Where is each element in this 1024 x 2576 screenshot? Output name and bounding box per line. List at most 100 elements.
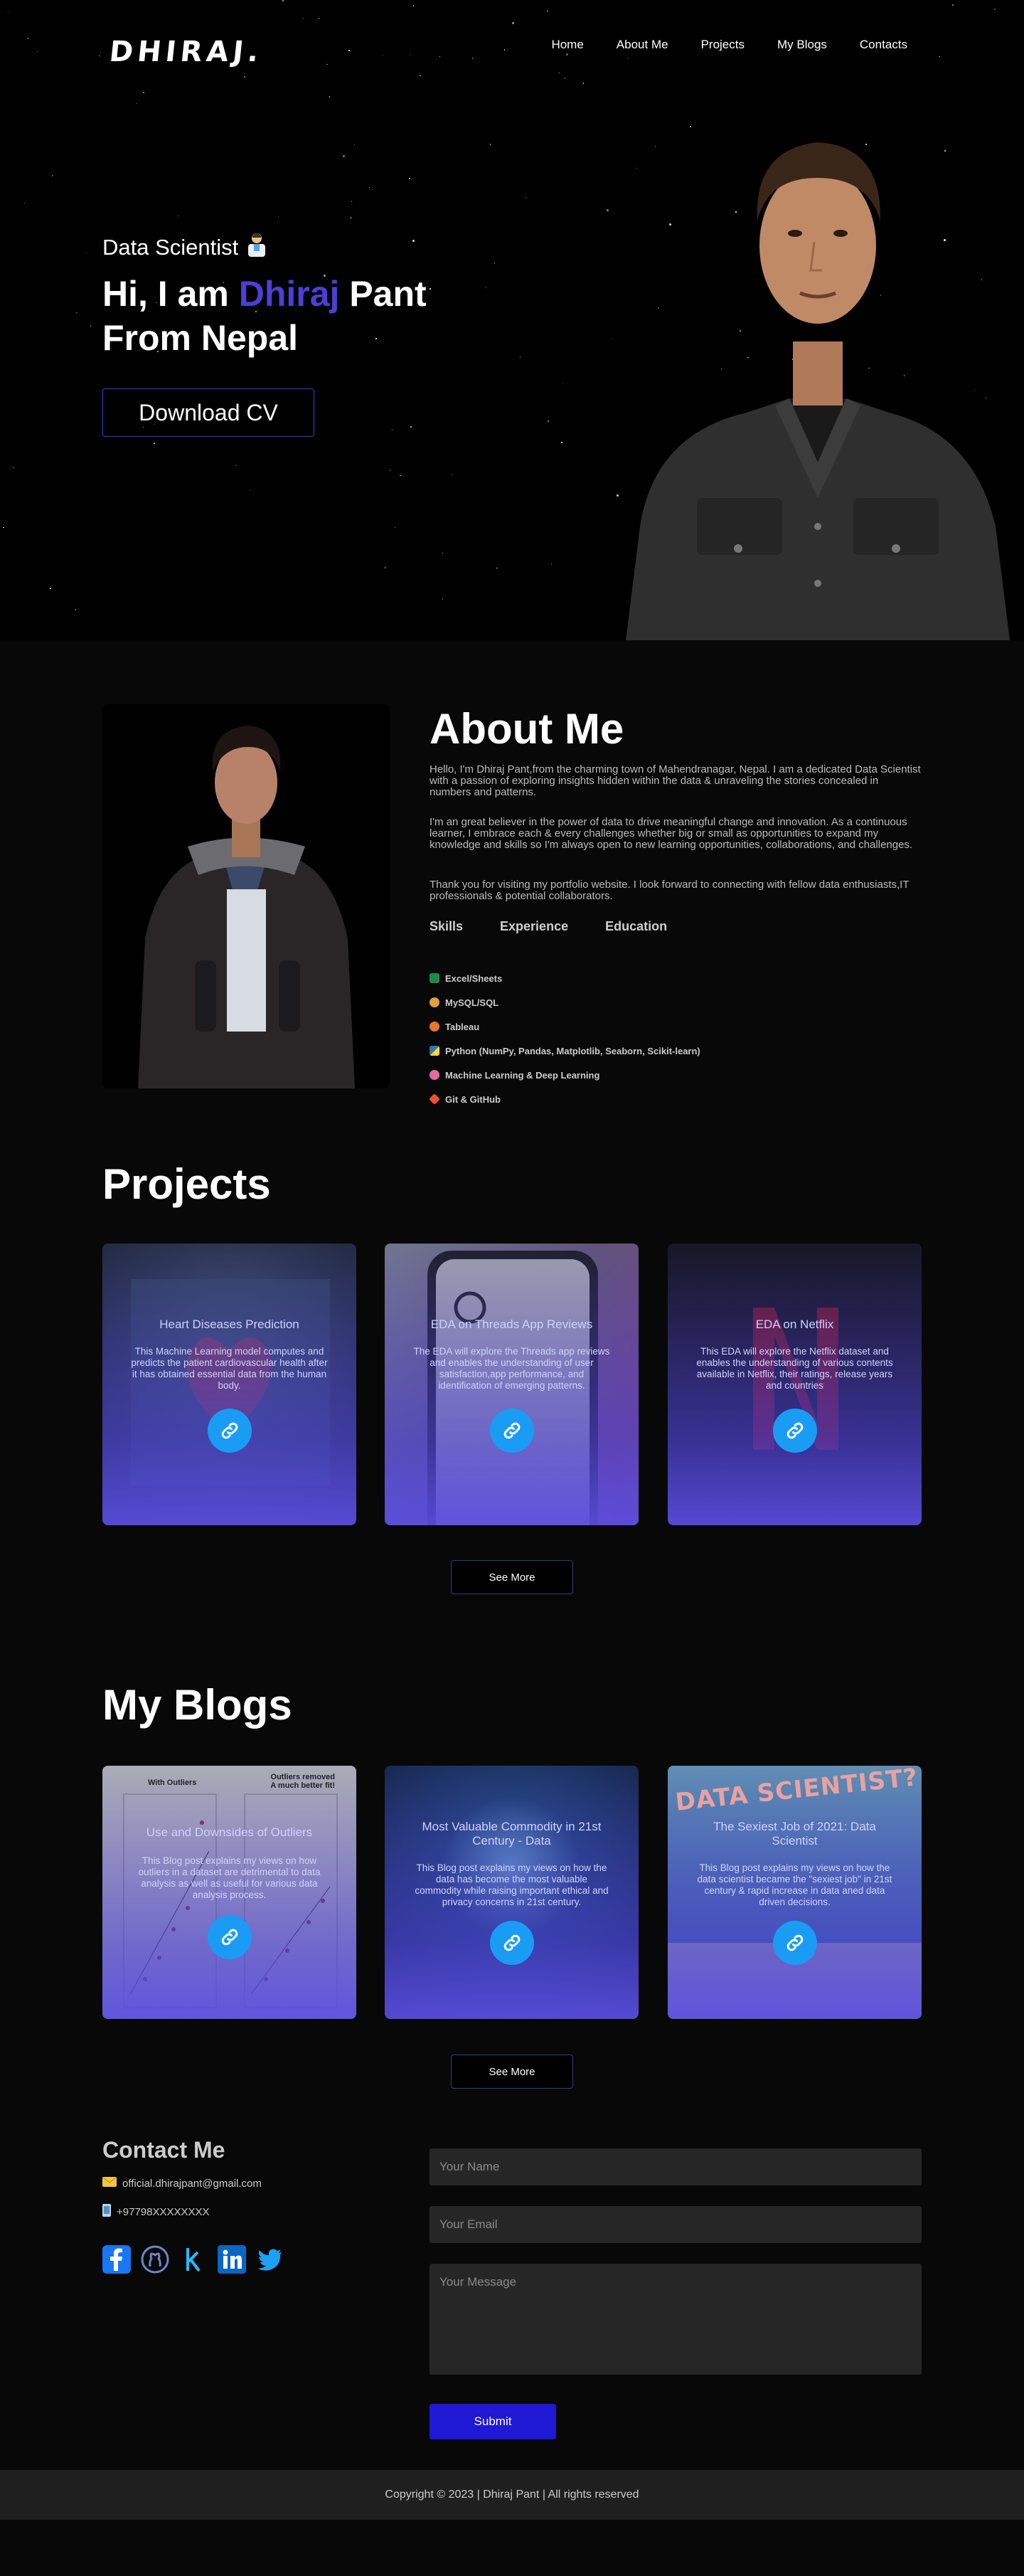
star bbox=[85, 252, 87, 254]
contact-email-text[interactable]: official.dhirajpant@gmail.com bbox=[122, 2178, 262, 2190]
star bbox=[350, 217, 352, 218]
nav-about[interactable]: About Me bbox=[617, 38, 668, 52]
blog-title: Most Valuable Commodity in 21st Century … bbox=[422, 1820, 602, 1848]
skill-item: Machine Learning & Deep Learning bbox=[430, 1063, 700, 1087]
star bbox=[877, 51, 878, 53]
blogs-see-more-button[interactable]: See More bbox=[451, 2055, 573, 2089]
star bbox=[409, 178, 410, 179]
submit-button[interactable]: Submit bbox=[430, 2404, 556, 2439]
nav-contacts[interactable]: Contacts bbox=[860, 38, 907, 52]
link-icon bbox=[221, 1422, 238, 1439]
star bbox=[994, 9, 996, 10]
star bbox=[394, 526, 396, 528]
star bbox=[76, 312, 78, 314]
star bbox=[471, 58, 474, 59]
blog-link-button[interactable] bbox=[208, 1915, 252, 1959]
link-icon bbox=[786, 1934, 804, 1951]
star bbox=[442, 598, 444, 600]
star bbox=[7, 11, 9, 13]
star bbox=[550, 563, 553, 565]
star bbox=[489, 144, 491, 145]
star bbox=[50, 588, 51, 589]
hero-role-text: Data Scientist bbox=[102, 235, 239, 260]
star bbox=[348, 50, 350, 51]
star bbox=[420, 75, 421, 77]
blog-title: The Sexiest Job of 2021: Data Scientist bbox=[713, 1820, 876, 1848]
star bbox=[329, 96, 331, 97]
star bbox=[547, 10, 548, 12]
star bbox=[384, 567, 386, 568]
hero-role: Data Scientist bbox=[102, 232, 268, 263]
hero-greeting: Hi, I am Dhiraj Pant From Nepal bbox=[102, 272, 501, 360]
star bbox=[412, 5, 415, 6]
nav-home[interactable]: Home bbox=[551, 38, 583, 52]
skill-item: Python (NumPy, Pandas, Matplotlib, Seabo… bbox=[430, 1039, 700, 1063]
message-textarea[interactable] bbox=[430, 2264, 922, 2375]
star bbox=[282, 0, 284, 1]
star bbox=[410, 426, 412, 428]
star bbox=[525, 197, 527, 198]
blog-image-text-right: Outliers removed A much better fit! bbox=[270, 1773, 335, 1790]
blog-link-button[interactable] bbox=[490, 1921, 534, 1965]
contact-phone: +97798XXXXXXXX bbox=[102, 2204, 210, 2220]
kaggle-icon[interactable] bbox=[179, 2245, 208, 2274]
project-title: Heart Diseases Prediction bbox=[159, 1318, 299, 1331]
name-input[interactable] bbox=[430, 2148, 922, 2185]
project-description: The EDA will explore the Threads app rev… bbox=[413, 1346, 610, 1391]
skills-list: Excel/Sheets MySQL/SQL Tableau Python (N… bbox=[429, 966, 700, 1111]
project-card-heart: Heart Diseases Prediction This Machine L… bbox=[102, 1244, 356, 1525]
project-link-button[interactable] bbox=[490, 1409, 534, 1453]
envelope-icon bbox=[102, 2176, 117, 2190]
tab-experience[interactable]: Experience bbox=[500, 919, 568, 934]
blog-link-button[interactable] bbox=[773, 1921, 817, 1965]
footer: Copyright © 2023 | Dhiraj Pant | All rig… bbox=[0, 2470, 1024, 2520]
twitter-icon[interactable] bbox=[256, 2245, 284, 2274]
hero-section: DHIRAJ. Home About Me Projects My Blogs … bbox=[0, 0, 1024, 640]
star bbox=[353, 144, 356, 146]
star bbox=[382, 54, 384, 56]
contact-title: Contact Me bbox=[102, 2137, 225, 2163]
star bbox=[12, 467, 14, 469]
facebook-icon[interactable] bbox=[102, 2245, 131, 2274]
hero-portrait bbox=[626, 142, 1010, 640]
star bbox=[391, 429, 393, 431]
link-icon bbox=[221, 1929, 238, 1946]
projects-see-more-button[interactable]: See More bbox=[451, 1560, 573, 1594]
blog-title: Use and Downsides of Outliers bbox=[146, 1825, 313, 1839]
greeting-prefix: Hi, I am bbox=[102, 274, 239, 314]
star bbox=[235, 465, 237, 467]
project-description: This EDA will explore the Netflix datase… bbox=[696, 1346, 893, 1391]
project-title: EDA on Netflix bbox=[755, 1318, 834, 1331]
skill-item: Excel/Sheets bbox=[430, 966, 700, 990]
download-cv-button[interactable]: Download CV bbox=[102, 388, 314, 437]
nav-projects[interactable]: Projects bbox=[701, 38, 745, 52]
star bbox=[250, 489, 252, 491]
contact-email: official.dhirajpant@gmail.com bbox=[102, 2176, 262, 2190]
star bbox=[302, 18, 304, 20]
main-nav: Home About Me Projects My Blogs Contacts bbox=[551, 38, 907, 52]
project-link-button[interactable] bbox=[773, 1409, 817, 1453]
nav-blogs[interactable]: My Blogs bbox=[777, 38, 827, 52]
star bbox=[3, 526, 4, 529]
python-icon bbox=[430, 1046, 439, 1056]
star bbox=[37, 51, 38, 53]
greeting-suffix: Pant bbox=[339, 274, 427, 314]
star bbox=[439, 55, 441, 58]
star bbox=[368, 186, 370, 189]
social-links bbox=[102, 2245, 284, 2274]
project-link-button[interactable] bbox=[208, 1409, 252, 1453]
tab-education[interactable]: Education bbox=[605, 919, 667, 934]
skill-label: Python (NumPy, Pandas, Matplotlib, Seabo… bbox=[445, 1045, 700, 1056]
github-icon[interactable] bbox=[141, 2245, 169, 2274]
blog-description: This Blog post explains my views on how … bbox=[415, 1862, 609, 1907]
star bbox=[519, 356, 521, 358]
projects-title: Projects bbox=[102, 1160, 271, 1208]
linkedin-icon[interactable] bbox=[218, 2245, 246, 2274]
email-input[interactable] bbox=[430, 2206, 922, 2243]
star bbox=[51, 175, 53, 176]
tab-skills[interactable]: Skills bbox=[430, 919, 463, 934]
star bbox=[154, 442, 155, 444]
project-card-threads: EDA on Threads App Reviews The EDA will … bbox=[385, 1244, 639, 1525]
link-icon bbox=[503, 1422, 521, 1439]
site-logo[interactable]: DHIRAJ. bbox=[108, 36, 265, 68]
